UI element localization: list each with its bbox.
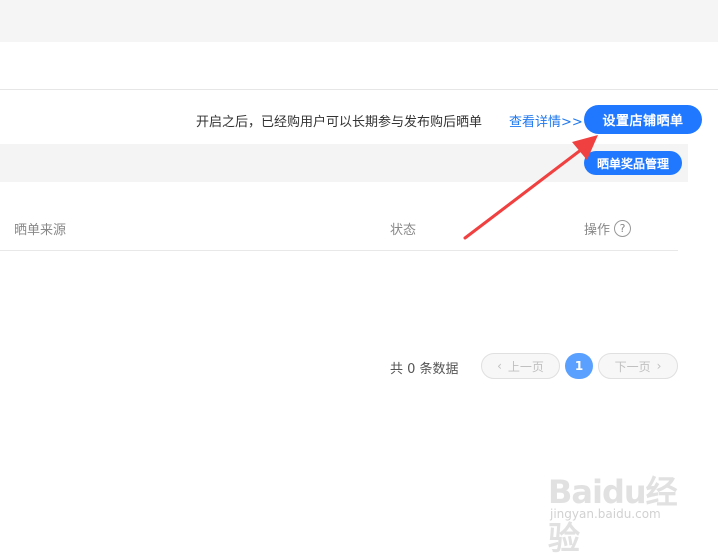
total-count: 共 0 条数据	[390, 362, 459, 377]
column-header-status: 状态	[390, 223, 417, 238]
table-header-divider	[0, 250, 678, 251]
column-header-action-label: 操作	[584, 223, 611, 238]
baidu-watermark: Baidu经验 jingyan.baidu.com	[548, 463, 688, 557]
prev-page-button[interactable]: ‹ 上一页	[481, 353, 560, 379]
setup-store-review-button[interactable]: 设置店铺晒单	[584, 105, 702, 134]
promo-text: 开启之后，已经购用户可以长期参与发布购后晒单	[196, 115, 483, 130]
chevron-left-icon: ‹	[497, 359, 502, 373]
prev-page-label: 上一页	[507, 359, 544, 374]
watermark-site: jingyan.baidu.com	[550, 507, 661, 521]
next-page-button[interactable]: 下一页 ›	[598, 353, 678, 379]
annotation-arrow	[463, 135, 598, 240]
view-details-link[interactable]: 查看详情>>	[509, 111, 583, 130]
column-header-action: 操作 ?	[584, 219, 632, 238]
next-page-label: 下一页	[614, 359, 651, 374]
help-icon[interactable]: ?	[614, 220, 632, 237]
column-header-source: 晒单来源	[14, 223, 67, 238]
page-number-current[interactable]: 1	[565, 353, 593, 379]
top-bar-band	[0, 0, 718, 42]
divider	[0, 89, 718, 90]
chevron-right-icon: ›	[656, 359, 662, 373]
review-prize-management-button[interactable]: 晒单奖品管理	[584, 151, 682, 175]
